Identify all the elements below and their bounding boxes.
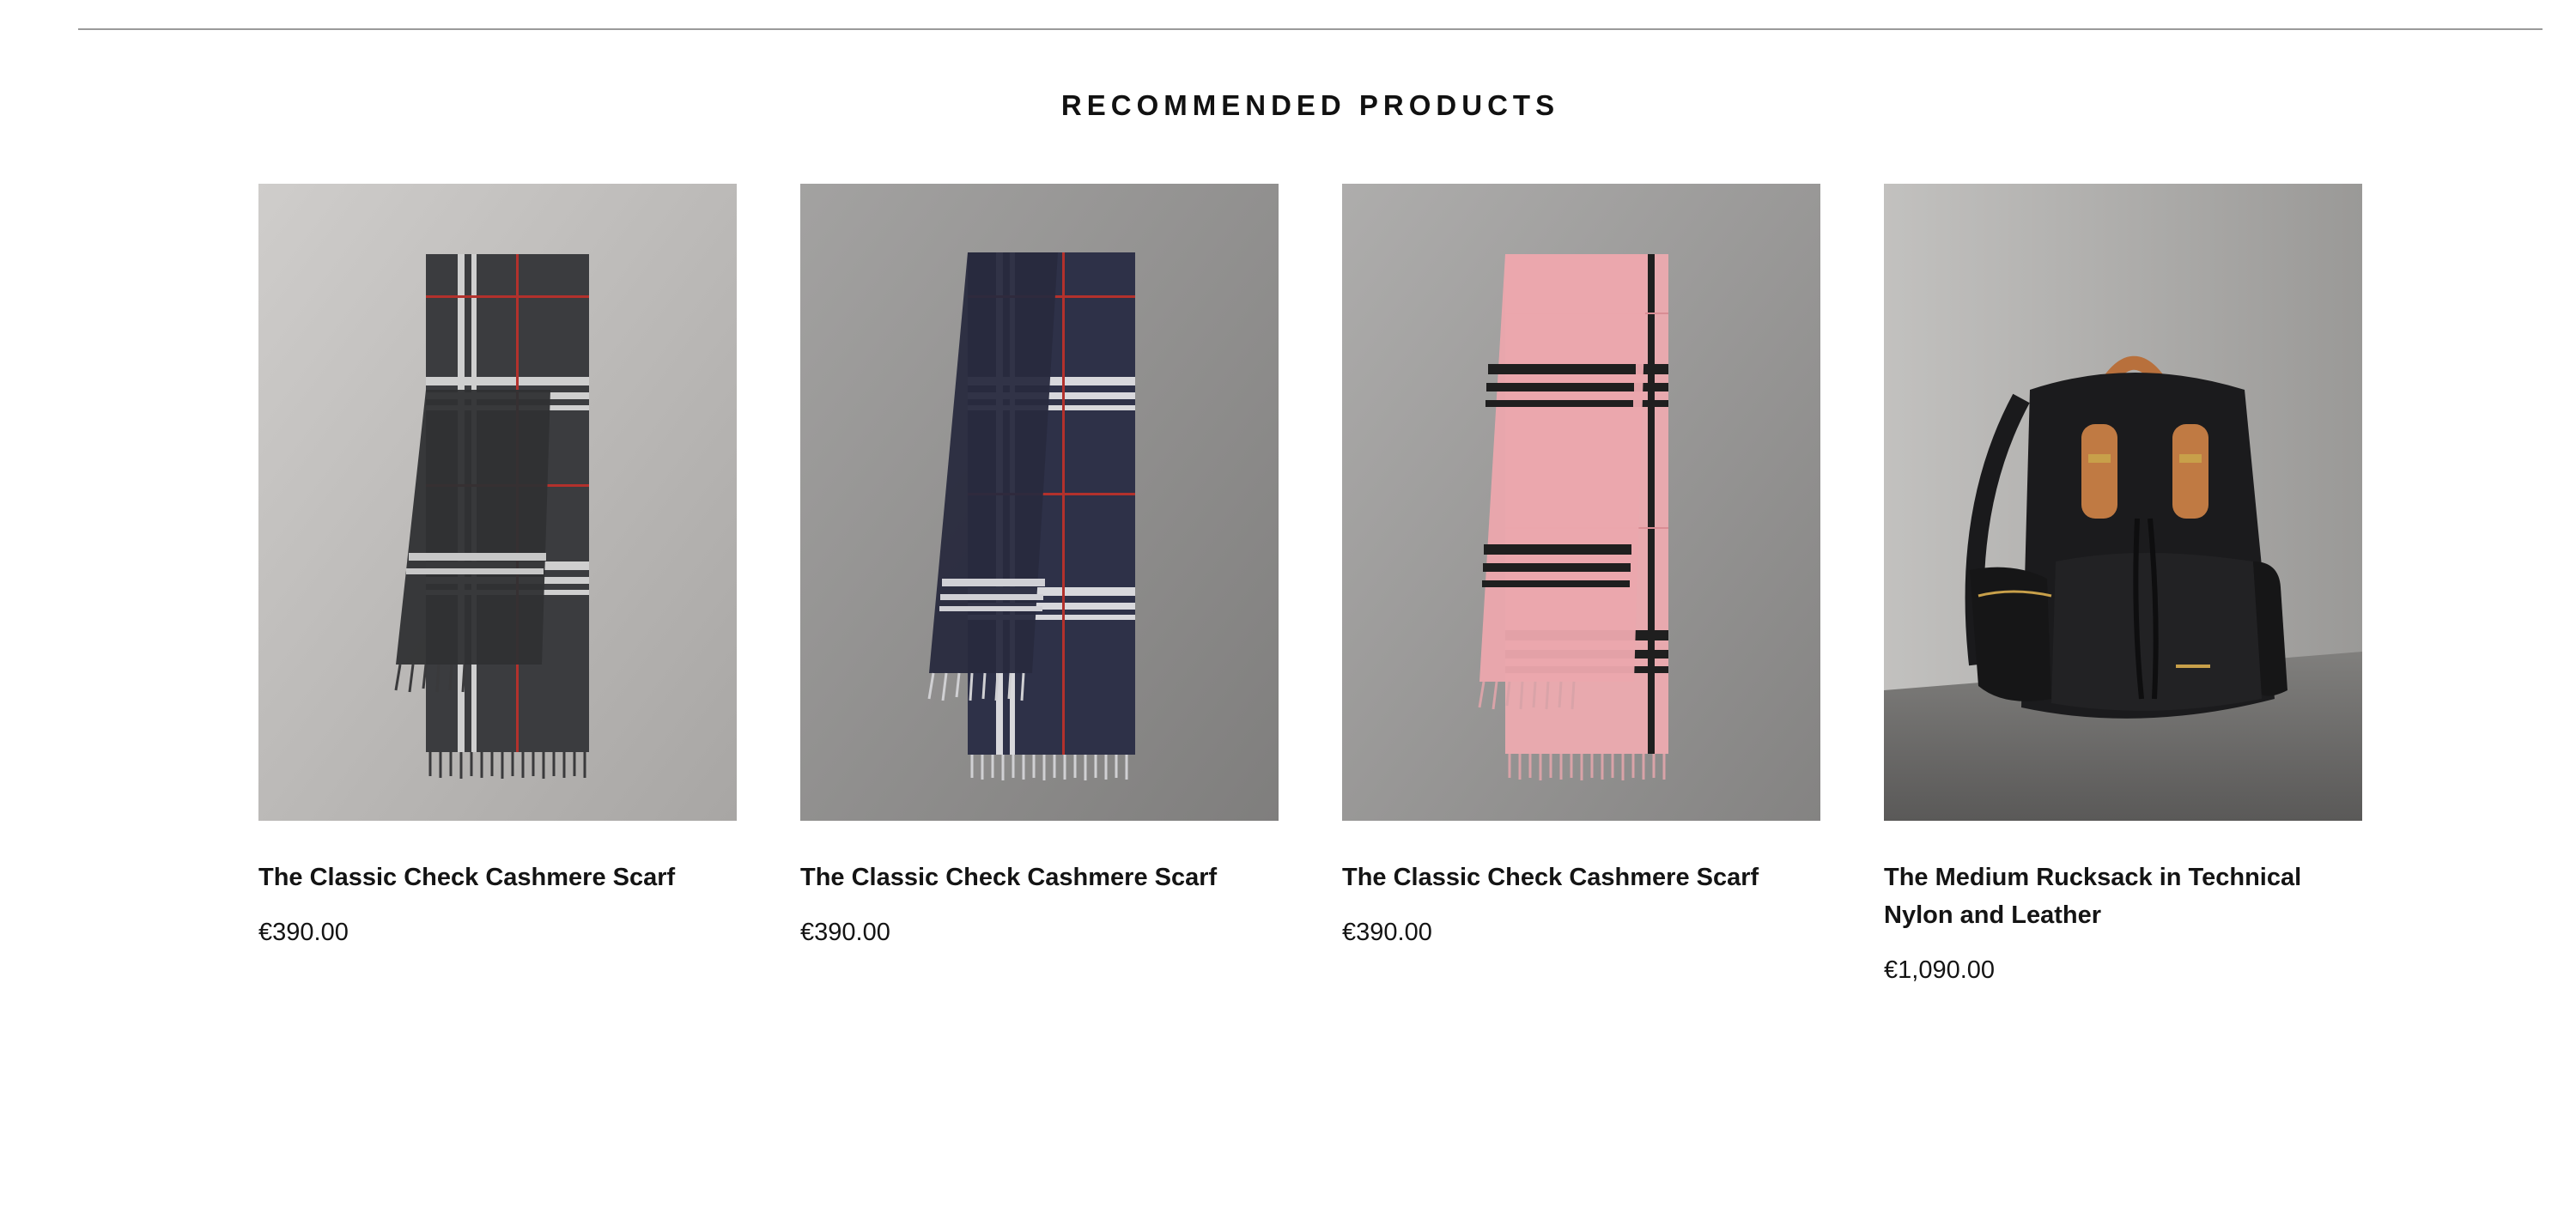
product-name[interactable]: The Medium Rucksack in Technical Nylon a… [1884, 859, 2362, 934]
product-link[interactable]: The Classic Check Cashmere Scarf [258, 184, 737, 896]
product-card[interactable]: The Classic Check Cashmere Scarf €390.00 [258, 184, 737, 986]
product-card[interactable]: The Classic Check Cashmere Scarf €390.00 [800, 184, 1279, 986]
product-grid: The Classic Check Cashmere Scarf €390.00 [258, 184, 2362, 986]
navy-check-scarf-image [800, 184, 1279, 821]
product-card[interactable]: The Medium Rucksack in Technical Nylon a… [1884, 184, 2362, 986]
product-image[interactable] [1884, 184, 2362, 821]
product-name[interactable]: The Classic Check Cashmere Scarf [800, 859, 1279, 896]
charcoal-check-scarf-image [258, 184, 737, 821]
recommended-products-page: RECOMMENDED PRODUCTS The Classic Check C… [0, 0, 2576, 1226]
product-price: €390.00 [1342, 919, 1432, 946]
product-image[interactable] [1342, 184, 1820, 821]
product-image[interactable] [258, 184, 737, 821]
section-divider [78, 28, 2543, 30]
product-link[interactable]: The Classic Check Cashmere Scarf [1342, 184, 1820, 896]
product-name[interactable]: The Classic Check Cashmere Scarf [1342, 859, 1820, 896]
product-link[interactable]: The Classic Check Cashmere Scarf [800, 184, 1279, 896]
product-image[interactable] [800, 184, 1279, 821]
pink-check-scarf-image [1342, 184, 1820, 821]
product-card[interactable]: The Classic Check Cashmere Scarf €390.00 [1342, 184, 1820, 986]
product-link[interactable]: The Medium Rucksack in Technical Nylon a… [1884, 184, 2362, 934]
product-name[interactable]: The Classic Check Cashmere Scarf [258, 859, 737, 896]
black-rucksack-image [1884, 184, 2362, 821]
product-price: €390.00 [800, 919, 890, 946]
section-title: RECOMMENDED PRODUCTS [1060, 89, 1560, 121]
product-price: €390.00 [258, 919, 349, 946]
product-price: €1,090.00 [1884, 956, 1996, 984]
